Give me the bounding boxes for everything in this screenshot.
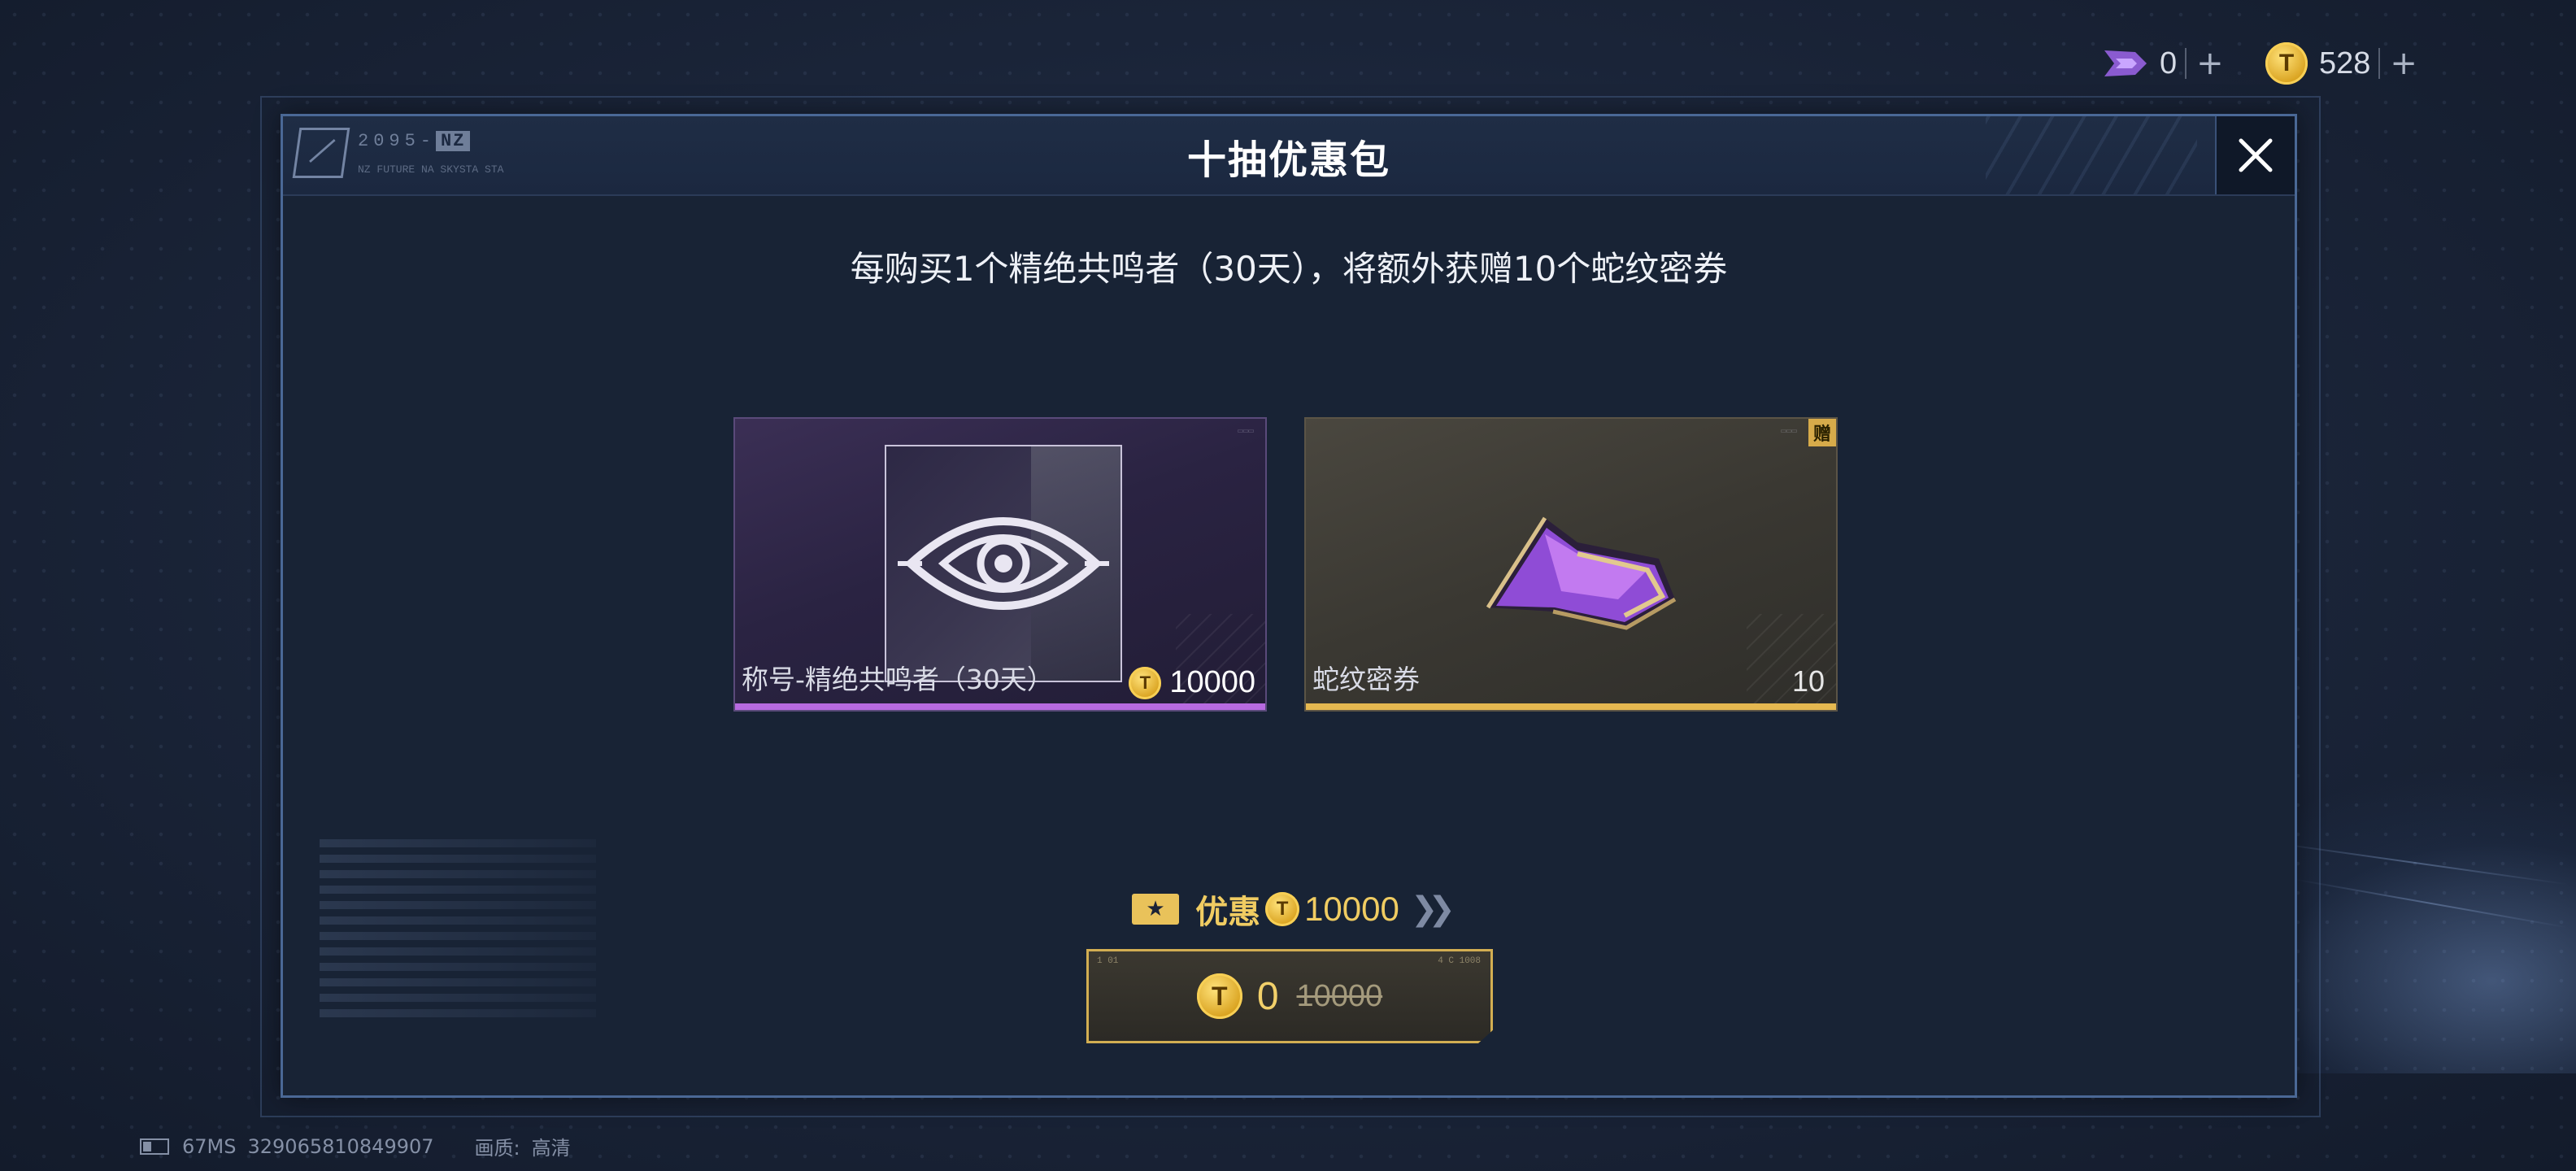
gold-coin-icon: T [1265,892,1300,926]
coin-currency-display: T 528 + [2265,37,2417,89]
item-count: 10 [1791,664,1825,698]
coin-currency-value: 528 [2319,46,2371,81]
original-price: 10000 [1296,978,1383,1013]
gift-badge: 赠 [1808,419,1836,446]
discount-row: ★ 优惠 T 10000 ❯❯ [283,886,2295,933]
gold-coin-icon: T [1129,666,1162,699]
quality-value: 高清 [531,1137,571,1160]
gold-coin-icon: T [1196,973,1242,1019]
button-corner-text: 4 C 1008 [1438,956,1481,966]
user-id: 329065810849907 [247,1134,434,1158]
item-price: T 10000 [1129,665,1255,700]
purple-crystal-ticket-icon [1486,516,1677,630]
add-premium-button[interactable]: + [2185,47,2224,80]
close-button[interactable] [2215,116,2295,194]
bundle-description: 每购买1个精绝共鸣者（30天），将额外获赠10个蛇纹密券 [850,249,1728,289]
purple-wing-icon [2104,50,2147,76]
item-image-frame [885,445,1122,682]
item-name: 蛇纹密券 [1312,664,1420,695]
dialog-title: 十抽优惠包 [1186,137,1390,183]
star-ticket-icon: ★ [1132,894,1180,925]
bundle-dialog: 2095- NZ NZ FUTURE NA SKYSTA STA 十抽优惠包 每购… [281,114,2297,1098]
discount-label: 优惠 [1195,894,1261,931]
status-bar: 67MS 329065810849907 画质: 高清 [140,1132,582,1160]
discount-value: 10000 [1304,890,1399,928]
double-chevron-right-icon[interactable]: ❯❯ [1411,890,1456,928]
item-name: 称号-精绝共鸣者（30天） [742,664,1054,695]
button-corner-text: 1 01 [1097,956,1119,966]
purchase-button[interactable]: 1 01 4 C 1008 T 0 10000 [1086,949,1493,1043]
card-decor-text: ▭▭▭ [1781,427,1797,437]
item-card-ticket[interactable]: ▭▭▭ 赠 蛇纹密券 10 [1304,417,1838,712]
purchase-price: 0 [1256,974,1279,1018]
rarity-bar-purple [735,703,1265,710]
eye-emblem-icon [898,517,1109,610]
gold-coin-icon: T [2265,42,2308,85]
premium-currency-value: 0 [2160,46,2178,81]
close-icon [2239,138,2273,172]
item-price-value: 10000 [1169,665,1255,699]
battery-icon [140,1138,169,1155]
premium-currency-display: 0 + [2103,37,2224,89]
quality-label: 画质: [474,1137,520,1160]
rarity-bar-gold [1306,703,1836,710]
card-decor-text: ▭▭▭ [1238,427,1254,437]
ping-value: 67MS [182,1134,237,1158]
item-card-title[interactable]: ▭▭▭ 称号-精绝共鸣者（30天） T 10000 [733,417,1267,712]
dialog-header: 2095- NZ NZ FUTURE NA SKYSTA STA 十抽优惠包 [283,116,2295,196]
add-coin-button[interactable]: + [2378,47,2417,80]
